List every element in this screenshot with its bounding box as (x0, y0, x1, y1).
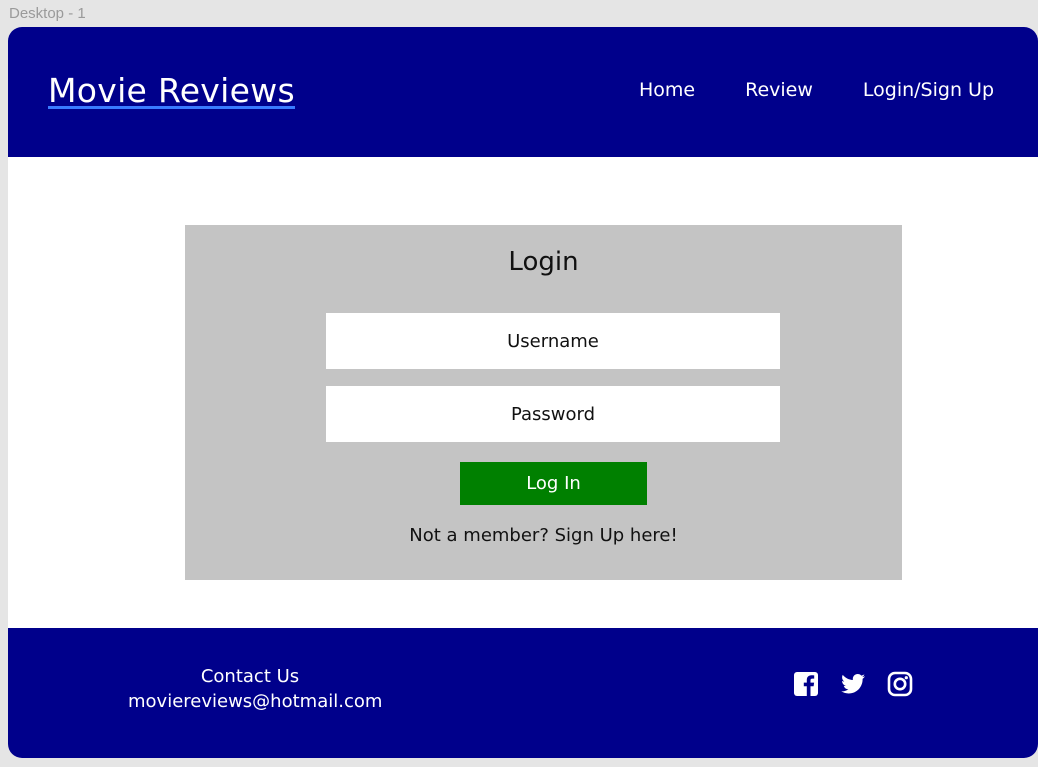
nav-home[interactable]: Home (639, 79, 695, 101)
site-header: Movie Reviews Home Review Login/Sign Up (8, 27, 1038, 157)
nav-login-signup[interactable]: Login/Sign Up (863, 79, 994, 101)
twitter-icon[interactable] (839, 670, 867, 698)
main-nav: Home Review Login/Sign Up (589, 79, 994, 101)
brand-link[interactable]: Movie Reviews (48, 71, 295, 110)
contact-label: Contact Us (200, 666, 300, 687)
instagram-icon[interactable] (886, 670, 914, 698)
frame-label: Desktop - 1 (9, 5, 86, 22)
username-field[interactable] (326, 313, 780, 369)
password-field[interactable] (326, 386, 780, 442)
site-footer: Contact Us moviereviews@hotmail.com (8, 628, 1038, 758)
login-button[interactable]: Log In (460, 462, 647, 505)
login-panel: Login Log In Not a member? Sign Up here! (185, 225, 902, 580)
nav-review[interactable]: Review (745, 79, 813, 101)
facebook-icon[interactable] (792, 670, 820, 698)
contact-block: Contact Us moviereviews@hotmail.com (128, 664, 382, 714)
desktop-frame: Movie Reviews Home Review Login/Sign Up … (8, 27, 1038, 758)
social-links (792, 670, 933, 698)
signup-link[interactable]: Not a member? Sign Up here! (185, 525, 902, 546)
contact-email[interactable]: moviereviews@hotmail.com (128, 689, 382, 714)
login-title: Login (508, 247, 579, 277)
